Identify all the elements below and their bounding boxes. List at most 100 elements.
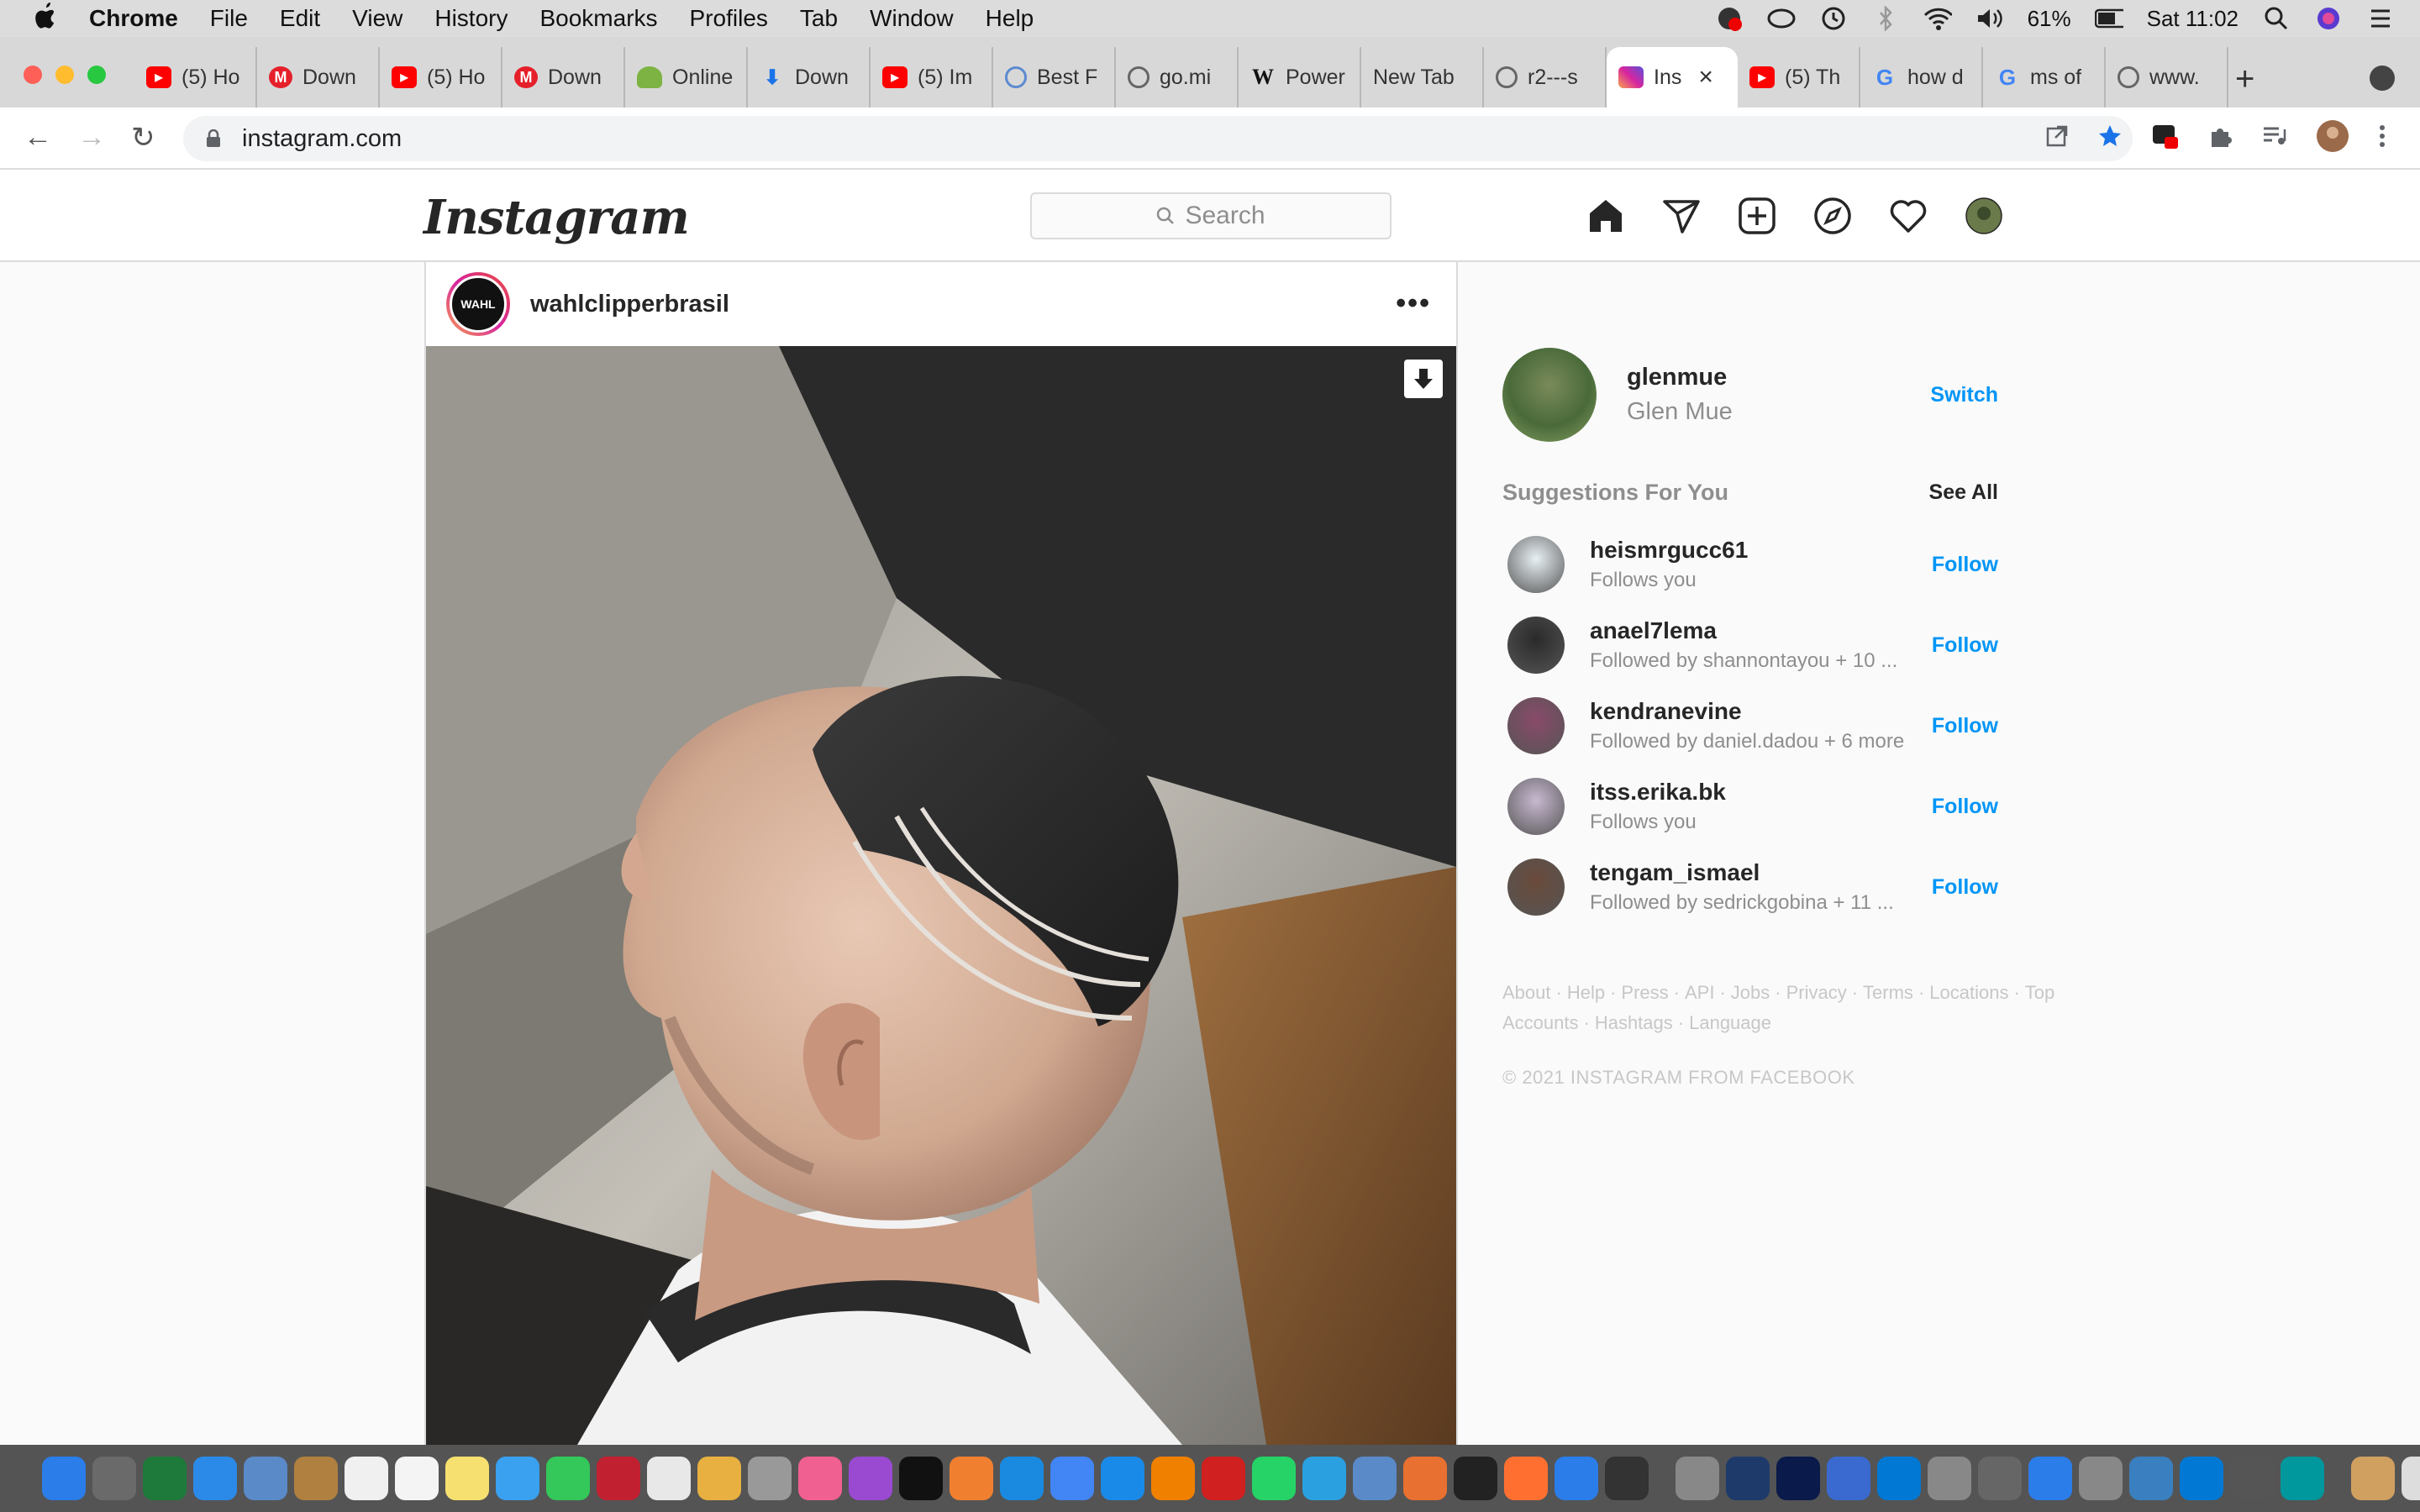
tab-15[interactable]: Gms of <box>1983 47 2106 108</box>
media-controls-icon[interactable] <box>2262 124 2287 152</box>
profile-avatar[interactable] <box>2316 119 2349 157</box>
post-author-username[interactable]: wahlclipperbrasil <box>530 291 729 318</box>
footer-link[interactable]: Terms <box>1863 982 1913 1003</box>
window-minimize-button[interactable] <box>55 66 74 84</box>
follow-button[interactable]: Follow <box>1932 795 1998 819</box>
menu-file[interactable]: File <box>210 5 248 32</box>
tab-0[interactable]: ▶ (5) Ho <box>134 47 257 108</box>
dock-app-icon[interactable] <box>1050 1457 1094 1500</box>
dock-app-icon[interactable] <box>1454 1457 1497 1500</box>
dock-app-icon[interactable] <box>143 1457 187 1500</box>
direct-messages-icon[interactable] <box>1660 195 1702 237</box>
dock-app-icon[interactable] <box>1151 1457 1195 1500</box>
see-all-button[interactable]: See All <box>1929 480 1998 505</box>
dock-app-icon[interactable] <box>546 1457 590 1500</box>
suggestion-avatar[interactable] <box>1507 858 1565 916</box>
tab-4[interactable]: Online <box>625 47 748 108</box>
window-close-button[interactable] <box>24 66 42 84</box>
suggestion-avatar[interactable] <box>1507 697 1565 754</box>
menu-history[interactable]: History <box>434 5 508 32</box>
suggestion-username[interactable]: anael7lema <box>1590 617 1926 644</box>
creative-cloud-icon[interactable] <box>1767 6 1796 31</box>
tab-14[interactable]: Ghow d <box>1860 47 1983 108</box>
close-tab-icon[interactable]: × <box>1698 63 1713 92</box>
dock-app-icon[interactable] <box>2079 1457 2123 1500</box>
dock-app-icon[interactable] <box>1252 1457 1296 1500</box>
suggestion-avatar[interactable] <box>1507 536 1565 593</box>
tab-10[interactable]: New Tab <box>1361 47 1484 108</box>
dock-app-icon[interactable] <box>2230 1457 2274 1500</box>
tab-search-button[interactable] <box>2370 66 2395 91</box>
dock-app-icon[interactable] <box>42 1457 86 1500</box>
extensions-puzzle-icon[interactable] <box>2208 123 2233 153</box>
volume-icon[interactable] <box>1975 6 2004 31</box>
window-zoom-button[interactable] <box>87 66 106 84</box>
footer-link[interactable]: Jobs <box>1731 982 1770 1003</box>
bookmark-star-icon[interactable] <box>2097 123 2123 153</box>
follow-button[interactable]: Follow <box>1932 714 1998 738</box>
home-icon[interactable] <box>1585 195 1627 237</box>
instagram-logo[interactable]: Instagram <box>424 190 690 245</box>
menu-profiles[interactable]: Profiles <box>690 5 768 32</box>
dock-app-icon[interactable] <box>1776 1457 1820 1500</box>
dock-app-icon[interactable] <box>2402 1457 2420 1500</box>
dock-app-icon[interactable] <box>1202 1457 1245 1500</box>
dock-app-icon[interactable] <box>1504 1457 1548 1500</box>
dock-app-icon[interactable] <box>1000 1457 1044 1500</box>
new-tab-button[interactable]: + <box>2235 60 2254 98</box>
dock-app-icon[interactable] <box>1928 1457 1971 1500</box>
control-center-icon[interactable] <box>2366 6 2395 31</box>
dock-app-icon[interactable] <box>2351 1457 2395 1500</box>
tab-8[interactable]: go.mi <box>1116 47 1239 108</box>
footer-link[interactable]: Language <box>1689 1012 1771 1033</box>
footer-link[interactable]: Help <box>1567 982 1605 1003</box>
suggestion-username[interactable]: heismrgucc61 <box>1590 537 1926 564</box>
spotlight-search-icon[interactable] <box>2262 6 2291 31</box>
menu-view[interactable]: View <box>352 5 402 32</box>
bluetooth-icon[interactable] <box>1871 6 1900 31</box>
post-options-button[interactable]: ••• <box>1396 287 1431 320</box>
footer-link[interactable]: API <box>1685 982 1714 1003</box>
tab-16[interactable]: www. <box>2106 47 2228 108</box>
post-author-avatar[interactable]: WAHL <box>446 272 510 336</box>
dock-app-icon[interactable] <box>1101 1457 1144 1500</box>
dock-app-icon[interactable] <box>1605 1457 1649 1500</box>
suggestion-username[interactable]: itss.erika.bk <box>1590 779 1926 806</box>
dock-app-icon[interactable] <box>345 1457 388 1500</box>
tab-9[interactable]: W Power <box>1239 47 1361 108</box>
dock-app-icon[interactable] <box>748 1457 792 1500</box>
back-arrow-icon[interactable]: ← <box>24 121 52 154</box>
current-user-avatar[interactable] <box>1502 348 1597 442</box>
dock-app-icon[interactable] <box>2129 1457 2173 1500</box>
dock-app-icon[interactable] <box>1978 1457 2022 1500</box>
suggestion-username[interactable]: tengam_ismael <box>1590 859 1926 886</box>
suggestion-username[interactable]: kendranevine <box>1590 698 1926 725</box>
dock-app-icon[interactable] <box>1676 1457 1719 1500</box>
menu-app-name[interactable]: Chrome <box>89 5 178 32</box>
search-input[interactable]: Search <box>1030 192 1392 239</box>
wifi-icon[interactable] <box>1923 6 1952 31</box>
tab-12[interactable]: Ins × <box>1607 47 1738 108</box>
tab-13[interactable]: ▶ (5) Th <box>1738 47 1860 108</box>
suggestion-avatar[interactable] <box>1507 778 1565 835</box>
menu-tab[interactable]: Tab <box>800 5 838 32</box>
siri-icon[interactable] <box>2314 6 2343 31</box>
tab-11[interactable]: r2---s <box>1484 47 1607 108</box>
dock-app-icon[interactable] <box>950 1457 993 1500</box>
new-post-icon[interactable] <box>1736 195 1778 237</box>
dock-app-icon[interactable] <box>92 1457 136 1500</box>
follow-button[interactable]: Follow <box>1932 553 1998 577</box>
menubar-clock[interactable]: Sat 11:02 <box>2147 6 2238 32</box>
menu-help[interactable]: Help <box>986 5 1034 32</box>
reload-icon[interactable]: ↻ <box>131 121 155 155</box>
tab-1[interactable]: M Down <box>257 47 380 108</box>
dock-app-icon[interactable] <box>647 1457 691 1500</box>
download-icon[interactable] <box>1404 360 1443 398</box>
dock-app-icon[interactable] <box>496 1457 539 1500</box>
dock-app-icon[interactable] <box>395 1457 439 1500</box>
dock-app-icon[interactable] <box>597 1457 640 1500</box>
dock-app-icon[interactable] <box>1877 1457 1921 1500</box>
dock-app-icon[interactable] <box>2028 1457 2072 1500</box>
dock-app-icon[interactable] <box>1302 1457 1346 1500</box>
dock-app-icon[interactable] <box>1726 1457 1770 1500</box>
